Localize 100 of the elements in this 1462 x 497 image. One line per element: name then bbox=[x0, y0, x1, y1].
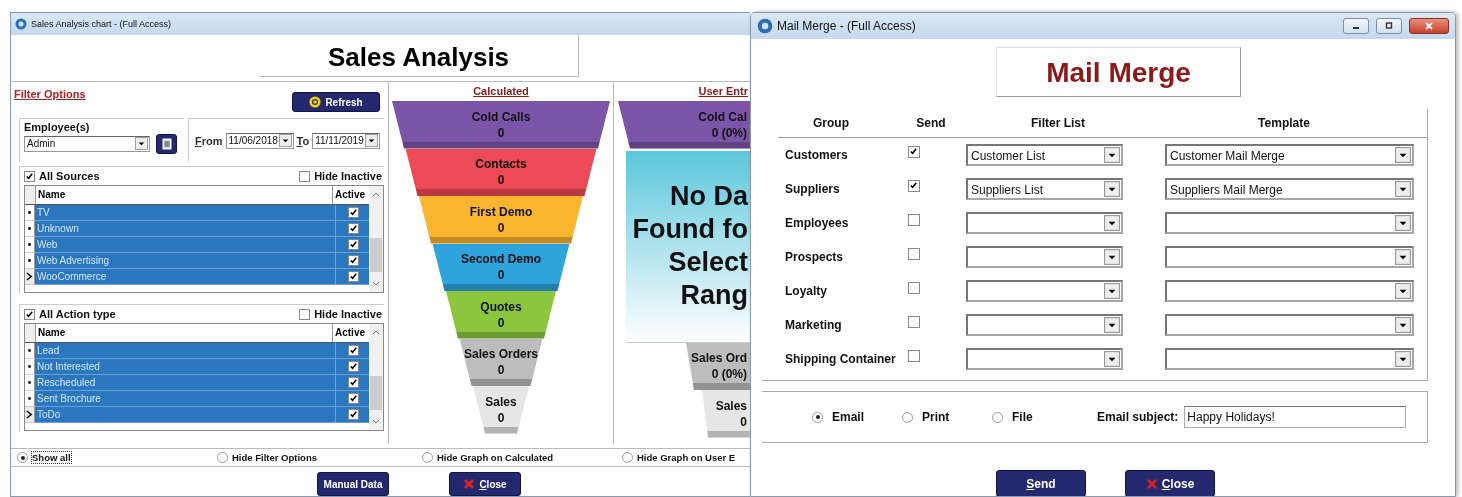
table-cell[interactable]: Unknown bbox=[35, 221, 335, 237]
checkbox[interactable] bbox=[908, 214, 920, 226]
stage-label: Second Demo bbox=[461, 251, 541, 268]
table-cell[interactable]: TV bbox=[35, 205, 335, 221]
checkbox[interactable] bbox=[348, 255, 359, 266]
checkbox-label[interactable]: Hide Inactive bbox=[314, 170, 382, 182]
scroll-down-icon[interactable] bbox=[371, 281, 381, 287]
radio-label[interactable]: Print bbox=[922, 410, 950, 424]
checkbox[interactable] bbox=[348, 271, 359, 282]
scroll-up-icon[interactable] bbox=[371, 191, 381, 197]
checkbox[interactable] bbox=[348, 361, 359, 372]
table-cell[interactable]: WooCommerce bbox=[35, 269, 335, 285]
checkbox[interactable] bbox=[908, 316, 920, 328]
filter-list-dropdown[interactable] bbox=[966, 280, 1123, 302]
radio-button[interactable] bbox=[992, 411, 1003, 423]
checkbox[interactable] bbox=[348, 239, 359, 250]
scrollbar-thumb[interactable] bbox=[370, 238, 382, 272]
scroll-up-icon[interactable] bbox=[371, 329, 381, 335]
window-title: Mail Merge - (Full Access) bbox=[777, 19, 916, 33]
stage-value: 0 bbox=[497, 314, 505, 331]
radio-label[interactable]: Hide Filter Options bbox=[232, 452, 317, 463]
table-cell[interactable]: Rescheduled bbox=[35, 375, 335, 391]
from-date-dropdown[interactable]: 11/06/2018 bbox=[225, 132, 294, 149]
template-dropdown[interactable] bbox=[1165, 280, 1414, 302]
close-button[interactable]: Close bbox=[1125, 470, 1215, 496]
checkbox[interactable] bbox=[24, 170, 35, 182]
stage-label: Sales Orders bbox=[463, 346, 538, 363]
row-header-cell[interactable] bbox=[25, 407, 35, 423]
checkbox-label[interactable]: All Sources bbox=[39, 170, 100, 182]
filter-list-dropdown[interactable] bbox=[966, 348, 1123, 370]
filter-list-dropdown[interactable]: Suppliers List bbox=[966, 178, 1123, 200]
minimize-button[interactable] bbox=[1343, 18, 1369, 34]
filter-list-dropdown[interactable] bbox=[966, 246, 1123, 268]
scrollbar[interactable] bbox=[369, 324, 383, 430]
send-button[interactable]: Send bbox=[996, 470, 1086, 496]
checkbox[interactable] bbox=[348, 345, 359, 356]
checkbox[interactable] bbox=[348, 409, 359, 420]
checkbox[interactable] bbox=[299, 170, 311, 182]
employee-dropdown[interactable]: Admin bbox=[24, 136, 150, 152]
checkbox[interactable] bbox=[908, 248, 920, 260]
table-cell[interactable]: Web bbox=[35, 237, 335, 253]
checkbox[interactable] bbox=[908, 350, 920, 362]
radio-label[interactable]: Hide Graph on User E bbox=[637, 452, 736, 463]
table-cell[interactable]: Not Interested bbox=[35, 359, 335, 375]
grid-corner bbox=[25, 186, 36, 204]
table-cell[interactable]: Sent Brochure bbox=[35, 391, 335, 407]
checkbox[interactable] bbox=[24, 308, 35, 320]
checkbox-label[interactable]: Hide Inactive bbox=[314, 308, 382, 320]
radio-button[interactable] bbox=[902, 411, 913, 423]
table-cell[interactable]: Web Advertising bbox=[35, 253, 335, 269]
close-button[interactable] bbox=[1409, 18, 1449, 34]
checkbox[interactable] bbox=[348, 377, 359, 388]
radio-label[interactable]: Email bbox=[832, 410, 864, 424]
template-dropdown[interactable] bbox=[1165, 212, 1414, 234]
table-cell[interactable]: Lead bbox=[35, 343, 335, 359]
filter-list-dropdown[interactable] bbox=[966, 314, 1123, 336]
checkbox[interactable] bbox=[348, 207, 359, 218]
close-button[interactable]: Close bbox=[449, 472, 521, 496]
radio-label[interactable]: Hide Graph on Calculated bbox=[437, 452, 554, 463]
radio-button[interactable] bbox=[422, 452, 433, 463]
checkbox[interactable] bbox=[348, 393, 359, 404]
user-entry-heading-link[interactable]: User Entr bbox=[698, 85, 750, 101]
filter-list-dropdown[interactable]: Customer List bbox=[966, 144, 1123, 166]
checkbox[interactable] bbox=[908, 282, 920, 294]
filter-options-link[interactable]: Filter Options bbox=[14, 88, 86, 100]
checkbox[interactable] bbox=[908, 180, 920, 192]
template-dropdown[interactable]: Customer Mail Merge bbox=[1165, 144, 1414, 166]
template-dropdown[interactable] bbox=[1165, 314, 1414, 336]
email-subject-field[interactable]: Happy Holidays! bbox=[1184, 406, 1407, 428]
manual-data-button[interactable]: Manual Data bbox=[317, 472, 389, 496]
checkbox[interactable] bbox=[908, 146, 920, 158]
radio-button[interactable] bbox=[17, 452, 28, 463]
employee-picker-button[interactable] bbox=[156, 134, 177, 154]
calculated-heading-link[interactable]: Calculated bbox=[473, 85, 529, 101]
maximize-button[interactable] bbox=[1376, 18, 1402, 34]
radio-button[interactable] bbox=[217, 452, 228, 463]
checkbox[interactable] bbox=[299, 308, 311, 320]
stage-label: Sales bbox=[485, 393, 517, 410]
template-dropdown[interactable] bbox=[1165, 246, 1414, 268]
refresh-button[interactable]: Refresh bbox=[292, 92, 380, 112]
column-header: Name bbox=[37, 326, 67, 340]
template-dropdown[interactable] bbox=[1165, 348, 1414, 370]
column-header: Name bbox=[37, 188, 67, 202]
radio-label[interactable]: Show all bbox=[32, 452, 71, 463]
checkbox[interactable] bbox=[348, 223, 359, 234]
scrollbar[interactable] bbox=[369, 186, 383, 292]
radio-button[interactable] bbox=[812, 411, 823, 423]
scrollbar-thumb[interactable] bbox=[370, 376, 382, 410]
stage-label: Sales Ord bbox=[690, 350, 747, 367]
radio-button[interactable] bbox=[622, 452, 633, 463]
template-dropdown[interactable]: Suppliers Mail Merge bbox=[1165, 178, 1414, 200]
filter-list-dropdown[interactable] bbox=[966, 212, 1123, 234]
radio-label[interactable]: File bbox=[1012, 410, 1033, 424]
to-date-dropdown[interactable]: 11/11/2019 bbox=[312, 132, 381, 149]
stage-value: 0 bbox=[497, 267, 505, 284]
stage-value: 0 bbox=[497, 124, 505, 141]
checkbox-label[interactable]: All Action type bbox=[39, 308, 116, 320]
scroll-down-icon[interactable] bbox=[371, 419, 381, 425]
row-header-cell[interactable] bbox=[25, 269, 35, 285]
table-cell[interactable]: ToDo bbox=[35, 407, 335, 423]
